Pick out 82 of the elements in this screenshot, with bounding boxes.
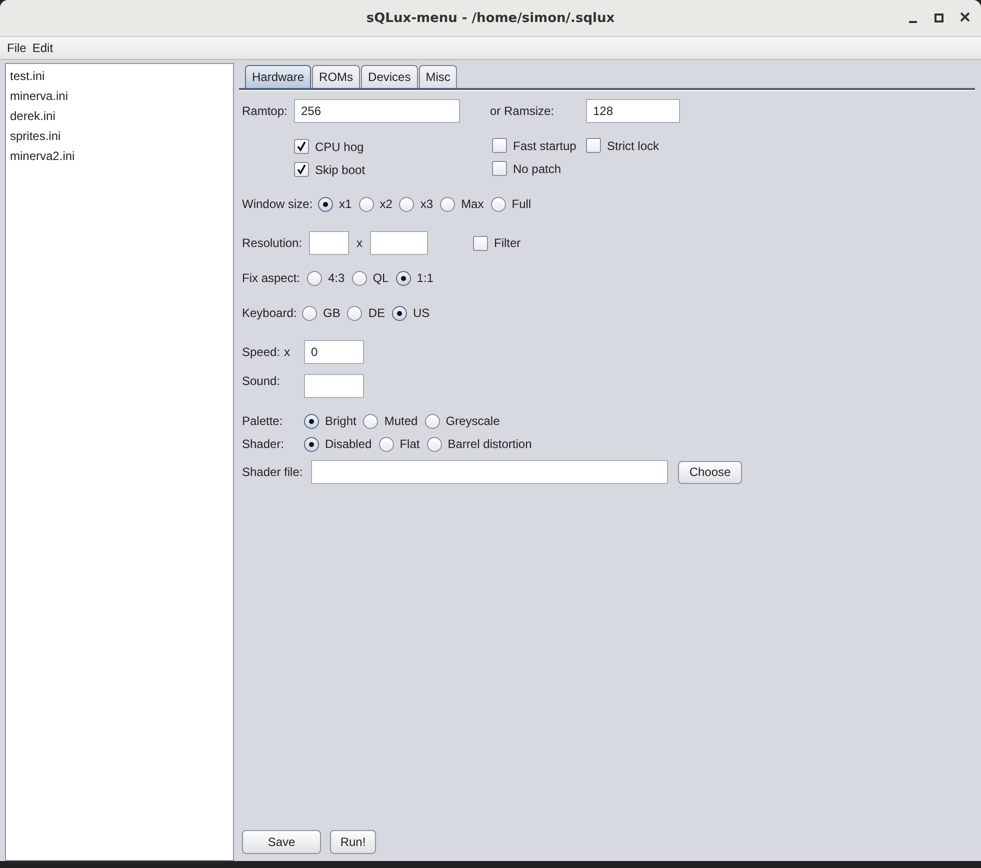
checkbox[interactable] (586, 138, 601, 153)
text-field[interactable] (370, 231, 428, 255)
checkbox[interactable] (473, 236, 488, 250)
field-label: Shader: (242, 437, 286, 451)
radio-button[interactable] (440, 196, 456, 212)
radio-label: DE (368, 306, 386, 320)
field-label: Ramtop: (242, 104, 288, 118)
list-item[interactable]: sprites.ini (6, 126, 233, 146)
radio-button[interactable] (304, 414, 319, 428)
list-item[interactable]: test.ini (6, 66, 233, 86)
radio-button[interactable] (302, 306, 317, 320)
tab[interactable]: Devices (361, 65, 418, 88)
list-item[interactable]: minerva2.ini (6, 146, 233, 166)
radio-button[interactable] (358, 196, 374, 212)
checkbox[interactable] (492, 138, 507, 153)
checkbox[interactable] (294, 162, 309, 177)
radio-button[interactable] (307, 270, 322, 286)
radio-button[interactable] (399, 196, 414, 212)
radio-label: Disabled (325, 437, 372, 451)
menu-item[interactable]: File (7, 41, 26, 55)
radio-button[interactable] (392, 306, 408, 320)
radio-label: Flat (400, 437, 420, 451)
field-label: Window size: (242, 197, 314, 211)
close-icon[interactable] (959, 10, 971, 24)
choose-button[interactable]: Choose (678, 460, 742, 484)
radio-button[interactable] (396, 270, 411, 286)
field-label: Keyboard: (242, 306, 298, 320)
checkbox-label: Filter (494, 236, 521, 250)
text-field[interactable]: 0 (304, 340, 364, 364)
field-label: Speed: (242, 345, 282, 359)
text-field[interactable] (309, 231, 349, 255)
text-field[interactable] (304, 374, 364, 398)
field-label: x (284, 345, 291, 359)
radio-label: 4:3 (328, 271, 345, 285)
radio-button[interactable] (347, 306, 362, 320)
field-label: or Ramsize: (490, 104, 556, 118)
radio-label: US (413, 306, 430, 320)
window-title: sQLux-menu - /home/simon/.sqlux (366, 10, 615, 26)
field-label: Sound: (242, 374, 282, 388)
field-label: Resolution: (242, 236, 304, 250)
menu-item[interactable]: Edit (32, 41, 54, 55)
checkbox-label: Fast startup (513, 138, 576, 152)
radio-label: x1 (339, 197, 352, 211)
checkbox-label: No patch (513, 162, 562, 176)
separator-label: x (356, 236, 364, 250)
checkbox-label: CPU hog (315, 140, 364, 154)
radio-label: Max (461, 197, 484, 211)
radio-button[interactable] (378, 436, 394, 452)
radio-label: Bright (325, 414, 356, 428)
tab[interactable]: ROMs (312, 65, 360, 88)
tab[interactable]: Hardware (245, 65, 312, 88)
checkbox[interactable] (294, 139, 309, 154)
list-item[interactable]: minerva.ini (6, 86, 233, 106)
radio-button[interactable] (318, 196, 333, 212)
radio-label: Barrel distortion (448, 437, 532, 451)
radio-button[interactable] (490, 196, 506, 212)
checkbox[interactable] (492, 161, 507, 176)
run-button[interactable]: Run! (330, 830, 376, 854)
radio-button[interactable] (424, 414, 440, 428)
field-label: Palette: (242, 414, 284, 428)
radio-button[interactable] (352, 270, 367, 286)
radio-label: QL (372, 271, 389, 285)
list-item[interactable]: derek.ini (6, 106, 233, 126)
radio-label: Full (512, 197, 532, 211)
radio-label: x3 (420, 197, 434, 211)
radio-button[interactable] (304, 436, 319, 452)
field-label: Fix aspect: (242, 271, 302, 285)
checkbox-label: Skip boot (315, 162, 366, 176)
radio-label: GB (323, 306, 340, 320)
checkbox-label: Strict lock (607, 138, 660, 152)
tab[interactable]: Misc (418, 65, 458, 88)
save-button[interactable]: Save (242, 830, 321, 854)
radio-label: Greyscale (446, 414, 500, 428)
text-field[interactable] (311, 460, 668, 484)
radio-label: Muted (384, 414, 418, 428)
radio-label: x2 (380, 197, 392, 211)
radio-button[interactable] (363, 414, 378, 428)
radio-label: 1:1 (416, 271, 434, 285)
text-field[interactable]: 128 (586, 99, 680, 123)
text-field[interactable]: 256 (294, 99, 460, 123)
radio-button[interactable] (426, 436, 442, 452)
field-label: Shader file: (242, 465, 304, 479)
